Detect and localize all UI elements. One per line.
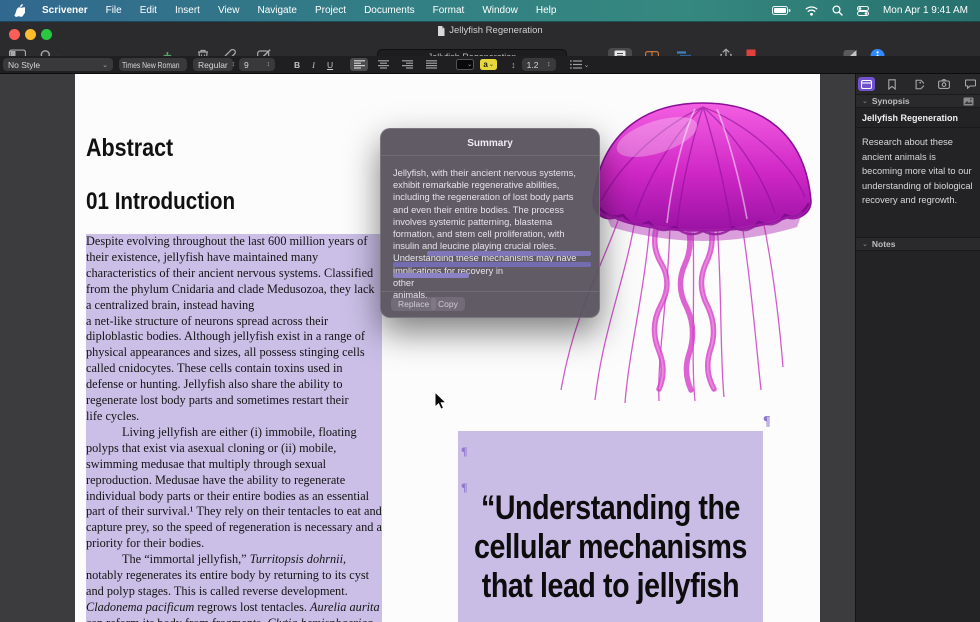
list-format-button[interactable]: ⌄ [570, 60, 590, 69]
summary-popup-body: Jellyfish, with their ancient nervous sy… [393, 167, 591, 301]
align-left-button[interactable] [350, 58, 368, 71]
bold-button[interactable]: B [291, 60, 303, 70]
format-bar: No Style⌄ Times New Roman↕ Regular↕ 9↕ B… [0, 56, 980, 74]
style-dropdown-value: No Style [8, 60, 40, 70]
apple-menu[interactable] [0, 4, 33, 17]
menu-item-help[interactable]: Help [527, 0, 566, 22]
menu-item-insert[interactable]: Insert [166, 0, 209, 22]
inspector-tabs [856, 74, 980, 94]
menu-item-view[interactable]: View [209, 0, 249, 22]
loading-bar [427, 251, 591, 256]
battery-icon[interactable] [768, 6, 795, 15]
heading-introduction: 01 Introduction [86, 188, 235, 216]
loading-bar [393, 273, 469, 278]
italic-button[interactable]: I [309, 60, 318, 70]
chevron-down-icon: ⌄ [489, 61, 494, 68]
menu-item-navigate[interactable]: Navigate [248, 0, 305, 22]
loading-bar [393, 262, 591, 267]
window-title: Jellyfish Regeneration [0, 25, 980, 36]
paragraph[interactable]: Living jellyfish are either (i) immobile… [86, 425, 382, 552]
tab-notes-synopsis[interactable] [858, 77, 875, 91]
body-text-selection[interactable]: Despite evolving throughout the last 600… [86, 234, 382, 622]
align-right-button[interactable] [398, 58, 416, 71]
pilcrow-mark: ¶ [763, 414, 771, 430]
menu-bar: Scrivener File Edit Insert View Navigate… [0, 0, 980, 22]
font-weight-value: Regular [198, 60, 228, 70]
synopsis-body-field[interactable]: Research about these ancient animals is … [856, 128, 980, 215]
window-title-bar: Jellyfish Regeneration ⌄ ⌄ + ⌄ ⌄ Jellyfi… [0, 22, 980, 56]
document-icon [437, 26, 445, 36]
menu-item-scrivener[interactable]: Scrivener [33, 0, 97, 22]
pilcrow-mark: ¶ [461, 444, 467, 459]
stepper-icon: ↕ [547, 61, 551, 68]
divider [381, 155, 599, 156]
replace-button[interactable]: Replace [391, 297, 436, 311]
paragraph[interactable]: Despite evolving throughout the last 600… [86, 234, 382, 425]
stepper-icon: ↕ [232, 61, 236, 68]
font-size-stepper[interactable]: 9↕ [239, 58, 275, 71]
font-weight-dropdown[interactable]: Regular ↕ [193, 58, 233, 71]
paragraph[interactable]: The “immortal jellyfish,” Turritopsis do… [86, 552, 382, 622]
line-spacing-icon: ↕ [511, 60, 516, 70]
highlight-a-glyph: a [483, 60, 487, 69]
control-center-icon[interactable] [853, 6, 873, 16]
menu-item-documents[interactable]: Documents [355, 0, 424, 22]
inspector-panel: ⌄ Synopsis Jellyfish Regeneration Resear… [855, 74, 980, 622]
divider [381, 291, 599, 292]
highlight-color-well[interactable]: a⌄ [480, 59, 497, 70]
copy-button[interactable]: Copy [431, 297, 465, 311]
editor-area: Abstract 01 Introduction [0, 74, 980, 622]
wifi-icon[interactable] [801, 6, 822, 16]
menu-clock[interactable]: Mon Apr 1 9:41 AM [879, 5, 968, 16]
apple-icon [14, 4, 25, 17]
summary-popup: Summary Jellyfish, with their ancient ne… [380, 128, 600, 318]
font-dropdown[interactable]: Times New Roman↕ [119, 58, 187, 71]
tab-metadata[interactable] [910, 77, 927, 91]
chevron-down-icon: ⌄ [862, 240, 868, 248]
chevron-down-icon: ⌄ [862, 97, 868, 105]
synopsis-image-toggle[interactable] [963, 97, 974, 106]
notes-header-label: Notes [872, 239, 896, 249]
chevron-down-icon: ⌄ [102, 61, 108, 69]
spotlight-search-icon[interactable] [828, 5, 847, 16]
text-color-well[interactable]: ⌄ [456, 59, 474, 70]
notes-section-header[interactable]: ⌄ Notes [856, 237, 980, 251]
menu-item-file[interactable]: File [97, 0, 131, 22]
tab-snapshots[interactable] [936, 77, 953, 91]
tab-bookmarks[interactable] [884, 77, 901, 91]
style-dropdown[interactable]: No Style ⌄ [3, 58, 113, 71]
align-justify-button[interactable] [422, 58, 440, 71]
align-center-button[interactable] [374, 58, 392, 71]
font-dropdown-value: Times New Roman [122, 60, 180, 70]
pull-quote-selection[interactable]: ¶ ¶ “Understanding the cellular mechanis… [458, 431, 763, 622]
menu-item-window[interactable]: Window [473, 0, 527, 22]
synopsis-header-label: Synopsis [872, 96, 910, 106]
synopsis-section-header[interactable]: ⌄ Synopsis [856, 94, 980, 108]
stepper-icon: ↕ [267, 61, 271, 68]
scrivener-app: Scrivener File Edit Insert View Navigate… [0, 0, 980, 622]
tab-comments[interactable] [962, 77, 979, 91]
menu-item-format[interactable]: Format [424, 0, 474, 22]
mouse-cursor [433, 391, 447, 411]
chevron-down-icon: ⌄ [467, 61, 472, 68]
synopsis-empty-space [856, 215, 980, 237]
pull-quote-text: “Understanding the cellular mechanisms t… [466, 489, 756, 606]
font-size-value: 9 [244, 60, 249, 70]
menu-item-edit[interactable]: Edit [131, 0, 166, 22]
summary-popup-title: Summary [381, 138, 599, 149]
line-spacing-value: 1.2 [527, 60, 539, 70]
menu-item-project[interactable]: Project [306, 0, 355, 22]
underline-button[interactable]: U [324, 60, 336, 70]
line-spacing-stepper[interactable]: 1.2 ↕ [522, 58, 556, 71]
heading-abstract: Abstract [86, 134, 173, 163]
chevron-down-icon: ⌄ [584, 61, 590, 69]
synopsis-title-field[interactable]: Jellyfish Regeneration [856, 108, 980, 128]
